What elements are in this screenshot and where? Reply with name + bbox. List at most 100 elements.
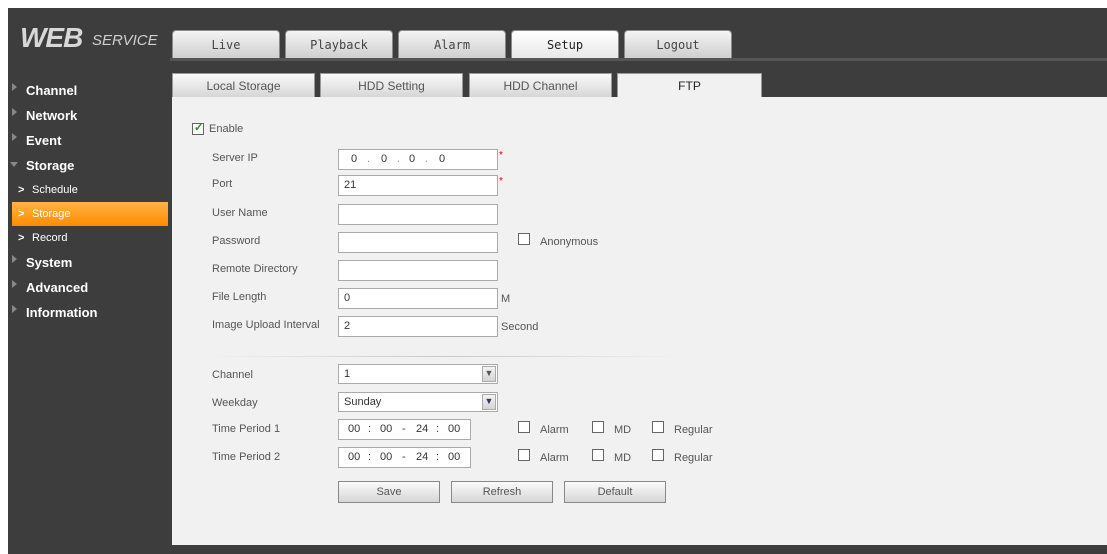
upload-interval-input[interactable]: 2 (338, 316, 498, 337)
period1-alarm-checkbox[interactable] (518, 421, 530, 433)
period2-regular-checkbox[interactable] (652, 449, 664, 461)
time-period-1-field[interactable]: 00 : 00 - 24 : 00 (338, 419, 471, 440)
sidebar-item-label: Record (32, 232, 68, 244)
ip-octet-2[interactable]: 0 (381, 150, 387, 169)
password-input[interactable] (338, 232, 498, 253)
tab-logout[interactable]: Logout (624, 30, 732, 58)
start-minute[interactable]: 00 (380, 448, 392, 467)
time-period-1-label: Time Period 1 (212, 423, 281, 435)
chevron-right-icon: > (18, 184, 25, 196)
tab-live[interactable]: Live (172, 30, 280, 58)
user-name-label: User Name (212, 207, 268, 219)
period1-md-checkbox[interactable] (592, 421, 604, 433)
sidebar-item-channel[interactable]: Channel (8, 78, 168, 103)
channel-value: 1 (344, 368, 351, 380)
start-minute[interactable]: 00 (380, 420, 392, 439)
subtab-local-storage[interactable]: Local Storage (172, 73, 315, 97)
ip-dot: . (425, 153, 429, 165)
end-minute[interactable]: 00 (448, 420, 460, 439)
sidebar-subitem-record[interactable]: > Record (12, 226, 168, 250)
period1-regular-checkbox[interactable] (652, 421, 664, 433)
collapsed-arrow-icon (12, 305, 17, 313)
time-period-2-label: Time Period 2 (212, 451, 281, 463)
port-input[interactable]: 21 (338, 175, 498, 196)
required-marker: * (499, 150, 503, 161)
enable-checkbox[interactable] (192, 121, 204, 135)
subtab-hdd-setting[interactable]: HDD Setting (320, 73, 463, 97)
collapsed-arrow-icon (12, 133, 17, 141)
sidebar-subitem-schedule[interactable]: > Schedule (12, 178, 168, 202)
sidebar-item-advanced[interactable]: Advanced (8, 275, 168, 300)
port-label: Port (212, 178, 233, 190)
tab-setup[interactable]: Setup (511, 30, 619, 58)
file-length-input[interactable]: 0 (338, 288, 498, 309)
dropdown-arrow-icon: ▼ (482, 366, 496, 382)
server-ip-field[interactable]: 0 . 0 . 0 . 0 (338, 149, 498, 170)
user-name-input[interactable] (338, 204, 498, 225)
time-separator: : (436, 451, 440, 463)
enable-label: Enable (209, 123, 244, 135)
remote-directory-label: Remote Directory (212, 263, 298, 275)
upload-interval-label: Image Upload Interval (212, 319, 320, 331)
server-ip-label: Server IP (212, 152, 258, 164)
upload-interval-unit: Second (501, 321, 539, 333)
section-divider (205, 356, 685, 357)
sidebar-item-network[interactable]: Network (8, 103, 168, 128)
sidebar-item-label: Event (26, 133, 62, 148)
ip-octet-1[interactable]: 0 (351, 150, 357, 169)
sidebar-subitem-storage[interactable]: > Storage (12, 202, 168, 226)
collapsed-arrow-icon (12, 83, 17, 91)
end-minute[interactable]: 00 (448, 448, 460, 467)
default-button[interactable]: Default (564, 481, 666, 503)
start-hour[interactable]: 00 (348, 420, 360, 439)
logo: WEB SERVICE (8, 8, 160, 66)
remote-directory-input[interactable] (338, 260, 498, 281)
subtab-ftp[interactable]: FTP (617, 73, 762, 97)
file-length-unit: M (501, 293, 511, 305)
alarm-label: Alarm (540, 452, 569, 464)
sidebar-item-storage[interactable]: Storage (8, 153, 168, 178)
ip-octet-4[interactable]: 0 (439, 150, 445, 169)
anonymous-label: Anonymous (540, 236, 599, 248)
weekday-select[interactable]: Sunday ▼ (338, 392, 498, 412)
sidebar-item-label: Storage (26, 158, 75, 173)
sidebar-item-label: Storage (32, 208, 71, 220)
top-divider (170, 58, 1107, 61)
ip-dot: . (367, 153, 371, 165)
md-label: MD (614, 424, 632, 436)
collapsed-arrow-icon (12, 280, 17, 288)
sidebar-item-label: Advanced (26, 280, 89, 295)
sidebar-item-event[interactable]: Event (8, 128, 168, 153)
weekday-value: Sunday (344, 396, 382, 408)
chevron-right-icon: > (18, 232, 25, 244)
channel-label: Channel (212, 369, 253, 381)
end-hour[interactable]: 24 (416, 448, 428, 467)
required-marker: * (499, 176, 503, 187)
channel-select[interactable]: 1 ▼ (338, 364, 498, 384)
dropdown-arrow-icon: ▼ (482, 394, 496, 410)
sidebar-item-label: Channel (26, 83, 78, 98)
subtab-hdd-channel[interactable]: HDD Channel (469, 73, 612, 97)
period2-md-checkbox[interactable] (592, 449, 604, 461)
file-length-label: File Length (212, 291, 267, 303)
tab-playback[interactable]: Playback (285, 30, 393, 58)
sidebar-item-system[interactable]: System (8, 250, 168, 275)
period2-alarm-checkbox[interactable] (518, 449, 530, 461)
sidebar-item-information[interactable]: Information (8, 300, 168, 325)
logo-brand: WEB (20, 22, 83, 53)
refresh-button[interactable]: Refresh (451, 481, 553, 503)
sidebar: Channel Network Event Storage > Schedule… (8, 78, 168, 325)
regular-label: Regular (674, 452, 713, 464)
tab-alarm[interactable]: Alarm (398, 30, 506, 58)
end-hour[interactable]: 24 (416, 420, 428, 439)
sidebar-item-label: Information (26, 305, 98, 320)
sidebar-item-label: Network (26, 108, 78, 123)
start-hour[interactable]: 00 (348, 448, 360, 467)
ip-octet-3[interactable]: 0 (409, 150, 415, 169)
sidebar-item-label: Schedule (32, 184, 78, 196)
save-button[interactable]: Save (338, 481, 440, 503)
sidebar-item-label: System (26, 255, 73, 270)
anonymous-checkbox[interactable] (518, 233, 530, 245)
md-label: MD (614, 452, 632, 464)
time-period-2-field[interactable]: 00 : 00 - 24 : 00 (338, 447, 471, 468)
